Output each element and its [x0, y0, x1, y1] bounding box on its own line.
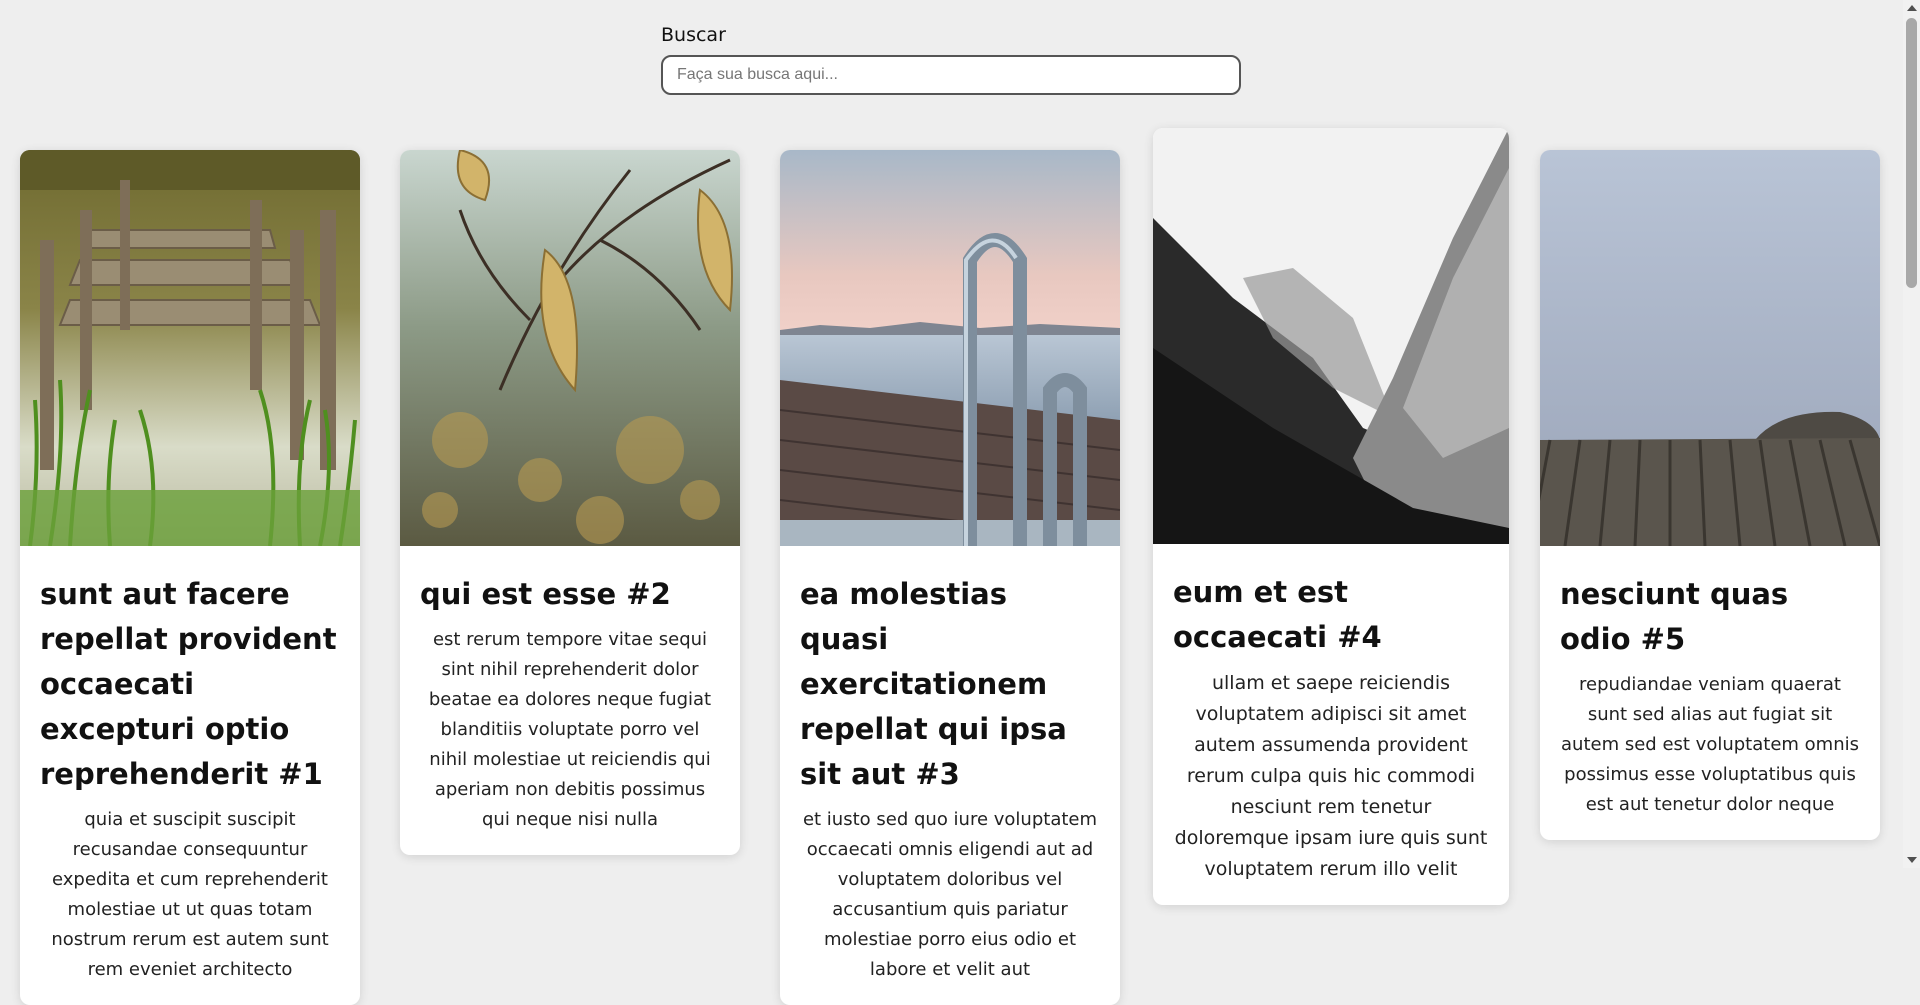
card-image-misty-mountains [1153, 128, 1509, 544]
card-text: est rerum tempore vitae sequi sint nihil… [428, 629, 712, 830]
card-body: eum et est occaecati #4 ullam et saepe r… [1153, 544, 1509, 905]
card-image-dock-grass [20, 150, 360, 546]
card-title: ea molestias quasi exercitationem repell… [800, 577, 1067, 791]
search-area: Buscar [661, 24, 1241, 95]
card-image-pier-ladder [780, 150, 1120, 546]
card-text: et iusto sed quo iure voluptatem occaeca… [802, 809, 1098, 980]
card-text: repudiandae veniam quaerat sunt sed alia… [1561, 674, 1859, 815]
scroll-up-arrow-icon[interactable] [1907, 5, 1917, 11]
card-body: qui est esse #2 est rerum tempore vitae … [400, 546, 740, 855]
post-card-3[interactable]: ea molestias quasi exercitationem repell… [780, 150, 1120, 1005]
post-card-2[interactable]: qui est esse #2 est rerum tempore vitae … [400, 150, 740, 855]
post-card-4[interactable]: eum et est occaecati #4 ullam et saepe r… [1153, 128, 1509, 905]
card-title: qui est esse #2 [420, 577, 671, 611]
scroll-down-arrow-icon[interactable] [1907, 857, 1917, 863]
card-body: ea molestias quasi exercitationem repell… [780, 546, 1120, 1005]
card-title: eum et est occaecati #4 [1173, 575, 1382, 654]
card-body: nesciunt quas odio #5 repudiandae veniam… [1540, 546, 1880, 840]
search-input[interactable] [661, 55, 1241, 95]
card-body: sunt aut facere repellat provident occae… [20, 546, 360, 1005]
card-title: sunt aut facere repellat provident occae… [40, 577, 337, 791]
scrollbar-thumb[interactable] [1906, 18, 1917, 288]
post-card-5[interactable]: nesciunt quas odio #5 repudiandae veniam… [1540, 150, 1880, 840]
card-title: nesciunt quas odio #5 [1560, 577, 1789, 656]
post-card-1[interactable]: sunt aut facere repellat provident occae… [20, 150, 360, 1005]
search-label: Buscar [661, 24, 726, 46]
page-scrollbar[interactable] [1903, 0, 1920, 868]
card-text: ullam et saepe reiciendis voluptatem adi… [1174, 672, 1488, 880]
card-image-foggy-deck [1540, 150, 1880, 546]
card-image-autumn-leaves [400, 150, 740, 546]
card-text: quia et suscipit suscipit recusandae con… [51, 809, 329, 980]
